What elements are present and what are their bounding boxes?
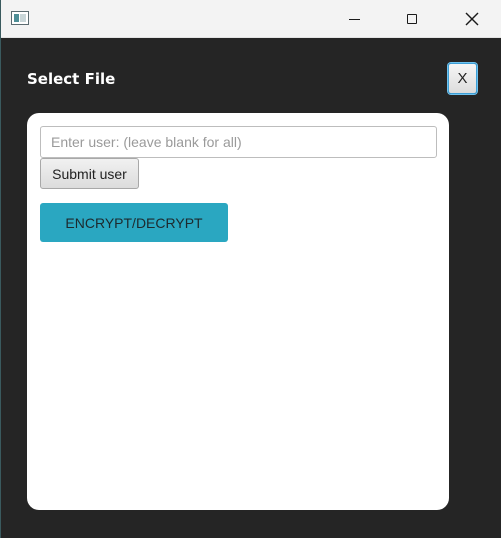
app-window: Select File X Submit user ENCRYPT/DECRYP… <box>0 0 501 538</box>
form-panel: Submit user ENCRYPT/DECRYPT <box>27 113 449 510</box>
page-title: Select File <box>27 70 116 88</box>
close-icon <box>465 12 479 26</box>
user-input[interactable] <box>40 126 437 158</box>
encrypt-decrypt-button[interactable]: ENCRYPT/DECRYPT <box>40 203 228 242</box>
app-icon <box>11 11 29 25</box>
minimize-button[interactable] <box>331 0 377 38</box>
submit-user-button[interactable]: Submit user <box>40 158 139 189</box>
window-close-button[interactable] <box>449 0 495 38</box>
title-bar <box>1 0 501 38</box>
minimize-icon <box>348 18 360 20</box>
dialog-close-button[interactable]: X <box>448 63 477 94</box>
maximize-button[interactable] <box>389 0 435 38</box>
maximize-icon <box>407 14 417 24</box>
